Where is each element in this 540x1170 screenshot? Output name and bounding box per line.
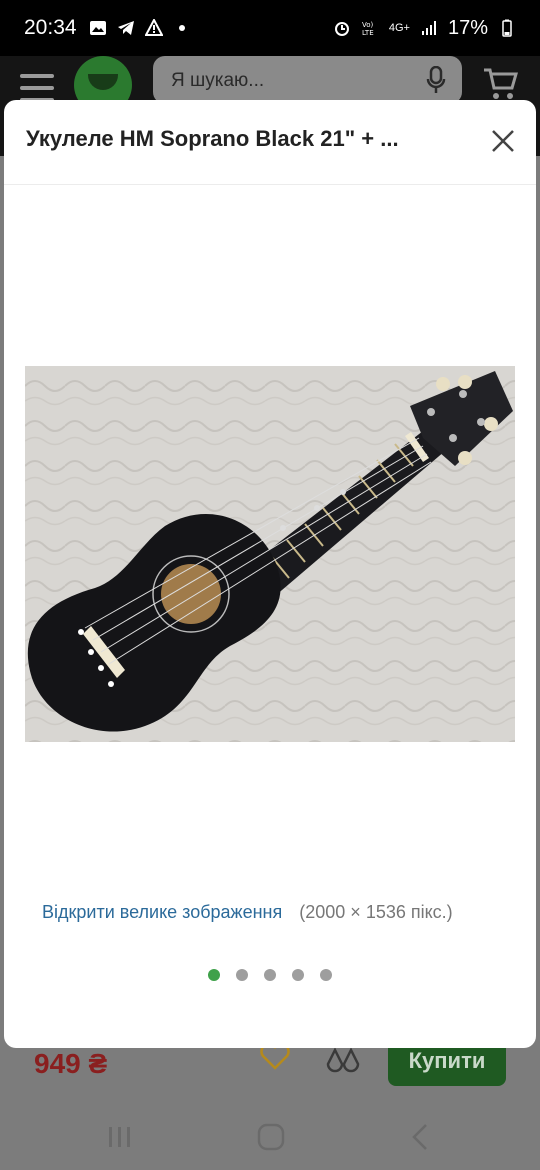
- gallery-notification-icon: [89, 21, 106, 35]
- signal-icon: [421, 21, 436, 35]
- compare-icon[interactable]: [326, 1046, 360, 1074]
- battery-percent: 17%: [447, 16, 488, 39]
- pagination-dot-2[interactable]: [236, 969, 248, 981]
- alarm-icon: [334, 22, 349, 36]
- product-price: 949 ₴: [34, 1048, 108, 1079]
- pagination-dot-5[interactable]: [320, 969, 332, 981]
- search-input[interactable]: Я шукаю...: [153, 56, 462, 104]
- status-bar: 20:34 Vo) LTE 4G+ 17%: [0, 0, 540, 56]
- open-large-image-link[interactable]: Відкрити велике зображення: [42, 902, 282, 922]
- search-placeholder: Я шукаю...: [171, 70, 265, 91]
- ukulele-illustration: [25, 366, 515, 742]
- more-notifications-icon: [178, 25, 185, 31]
- volte-icon: Vo)LTE: [362, 21, 374, 37]
- recent-apps-icon[interactable]: [105, 1122, 135, 1152]
- modal-title: Укулеле HM Soprano Black 21" + ...: [26, 126, 399, 151]
- image-size-text: (2000 × 1536 пікс.): [299, 902, 453, 922]
- image-pagination: [208, 969, 332, 981]
- telegram-notification-icon: [117, 21, 134, 35]
- cart-icon[interactable]: [482, 66, 518, 102]
- close-icon[interactable]: [490, 128, 516, 154]
- status-time: 20:34: [24, 16, 77, 39]
- modal-header: Укулеле HM Soprano Black 21" + ...: [4, 100, 536, 185]
- back-icon[interactable]: [406, 1122, 436, 1152]
- image-viewer-modal: Укулеле HM Soprano Black 21" + ... Відкр…: [4, 100, 536, 1048]
- home-icon[interactable]: [256, 1122, 286, 1152]
- svg-text:Vo): Vo): [362, 21, 374, 29]
- microphone-icon[interactable]: [426, 66, 446, 94]
- pagination-dot-4[interactable]: [292, 969, 304, 981]
- hamburger-menu-icon[interactable]: [20, 74, 54, 102]
- svg-text:LTE: LTE: [362, 29, 374, 37]
- battery-icon: [502, 19, 512, 37]
- network-type: 4G+: [388, 22, 410, 34]
- image-caption: Відкрити велике зображення (2000 × 1536 …: [42, 902, 453, 923]
- product-image[interactable]: [25, 366, 515, 742]
- navigation-bar: [0, 1104, 540, 1170]
- pagination-dot-3[interactable]: [264, 969, 276, 981]
- warning-notification-icon: [144, 19, 163, 36]
- pagination-dot-1[interactable]: [208, 969, 220, 981]
